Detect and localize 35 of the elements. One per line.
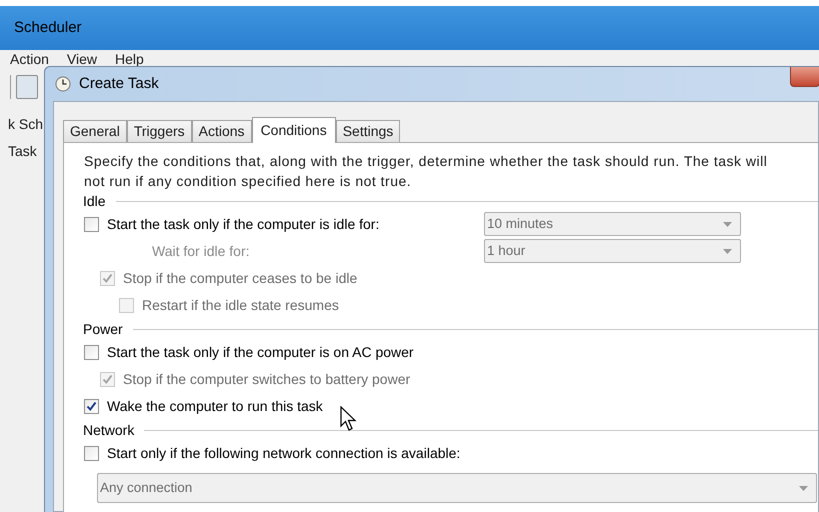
caret-icon	[723, 248, 732, 254]
toolbar-icon[interactable]	[16, 75, 38, 99]
clock-icon	[55, 76, 71, 92]
checkbox-label: Restart if the idle state resumes	[142, 296, 339, 315]
menu-item[interactable]: Help	[115, 48, 144, 70]
caret-icon	[799, 486, 808, 490]
section-heading: Power	[83, 320, 123, 338]
tab[interactable]: Triggers	[126, 120, 192, 142]
tree-item[interactable]: k Sch	[8, 114, 44, 135]
window-title: Scheduler	[14, 18, 82, 38]
checkbox[interactable]	[84, 399, 99, 414]
description-text: Specify the conditions that, along with the trigger, determine whether the task should run. The task will not run if any condition specified here is not true.	[84, 152, 768, 191]
menu-item[interactable]: View	[66, 48, 98, 70]
close-button[interactable]	[790, 67, 819, 87]
section-heading: Idle	[83, 192, 106, 210]
checkbox-label: Stop if the computer ceases to be idle	[123, 269, 358, 288]
checkbox-label: Start the task only if the computer is idle for:	[107, 215, 380, 234]
field-label: Wait for idle for:	[152, 242, 250, 261]
section-heading: Network	[83, 420, 134, 440]
mouse-pointer-icon	[340, 406, 358, 432]
tab[interactable]: Settings	[336, 120, 400, 142]
checkbox[interactable]	[84, 217, 99, 232]
dialog-title: Create Task	[79, 74, 159, 94]
tree-item[interactable]: Task	[8, 141, 37, 162]
checkbox-label: Stop if the computer switches to battery power	[123, 370, 410, 389]
caret-icon	[723, 222, 732, 226]
checkbox-label: Start the task only if the computer is on AC power	[107, 343, 414, 362]
checkbox-label: Start only if the following network connection is available:	[107, 444, 460, 463]
checkbox[interactable]	[84, 345, 99, 360]
checkbox[interactable]	[84, 446, 99, 461]
tab[interactable]: General	[63, 120, 127, 142]
checkbox-label: Wake the computer to run this task	[107, 397, 323, 416]
tab[interactable]: Actions	[192, 120, 252, 142]
tab[interactable]: Conditions	[252, 117, 336, 143]
menu-item[interactable]: Action	[10, 48, 49, 70]
